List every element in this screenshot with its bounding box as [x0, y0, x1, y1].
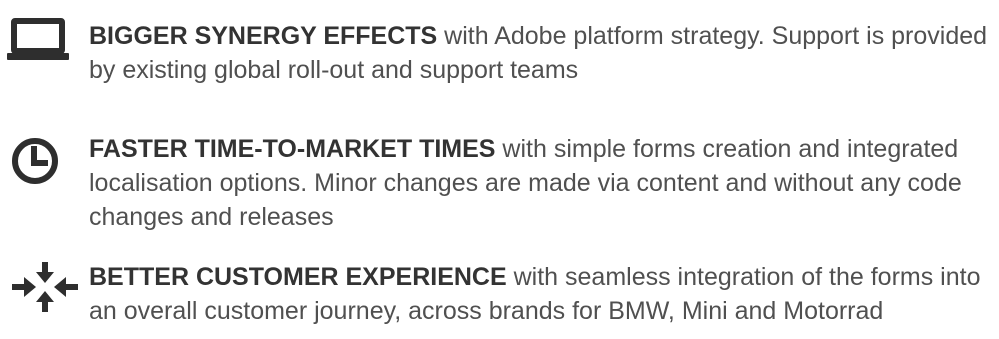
converge-arrows-icon [12, 262, 82, 312]
benefit-text: BETTER CUSTOMER EXPERIENCE with seamless… [89, 260, 989, 328]
benefit-item: FASTER TIME-TO-MARKET TIMES with simple … [0, 112, 999, 231]
benefit-text: BIGGER SYNERGY EFFECTS with Adobe platfo… [89, 19, 989, 87]
benefit-item: BIGGER SYNERGY EFFECTS with Adobe platfo… [0, 0, 999, 90]
clock-icon [10, 136, 80, 186]
benefit-text: FASTER TIME-TO-MARKET TIMES with simple … [89, 132, 989, 234]
benefit-headline: FASTER TIME-TO-MARKET TIMES [89, 135, 496, 163]
benefit-item: BETTER CUSTOMER EXPERIENCE with seamless… [0, 240, 999, 330]
benefit-headline: BIGGER SYNERGY EFFECTS [89, 22, 438, 50]
laptop-icon [6, 18, 76, 68]
benefit-headline: BETTER CUSTOMER EXPERIENCE [89, 263, 507, 291]
